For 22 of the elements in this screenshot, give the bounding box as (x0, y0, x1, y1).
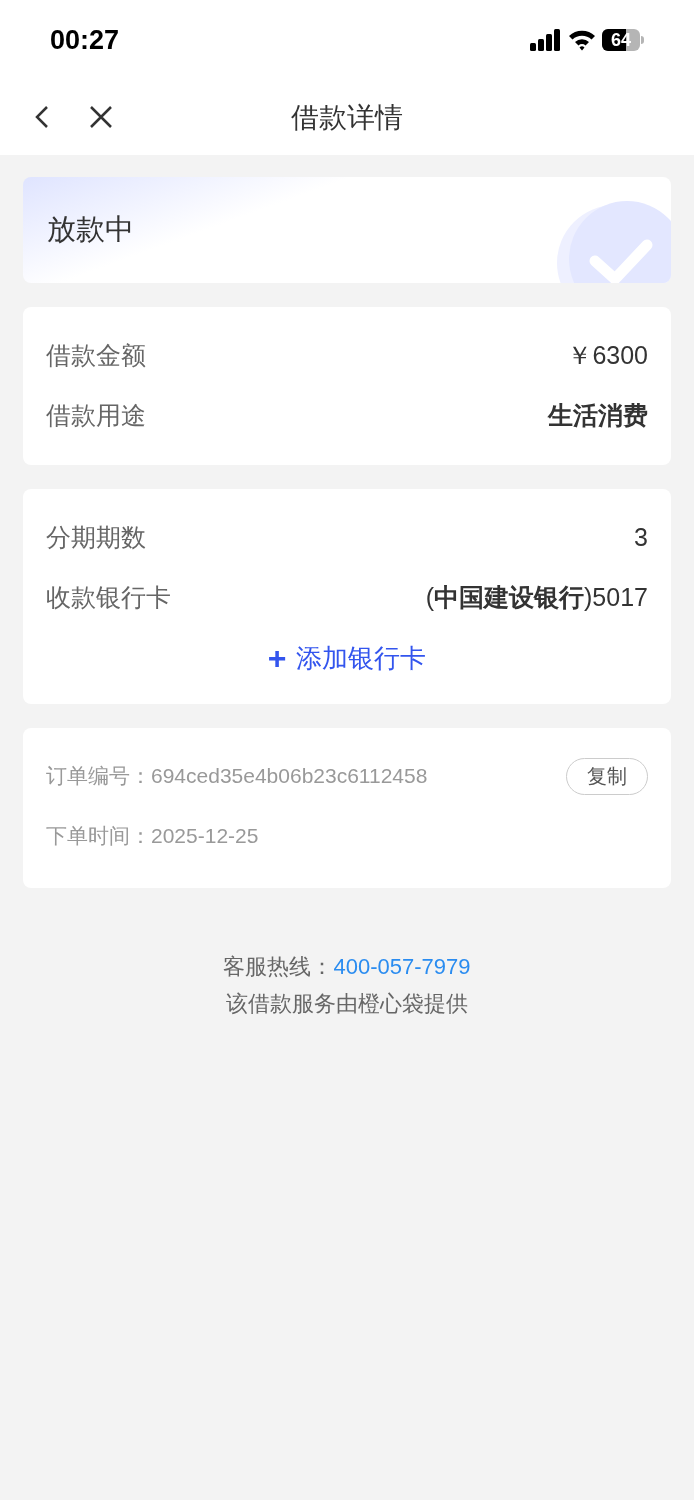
field-label: 借款用途 (46, 400, 146, 432)
add-bank-card-button[interactable]: + 添加银行卡 (267, 630, 427, 686)
provider-text: 该借款服务由橙心袋提供 (226, 990, 468, 1018)
field-label: 分期期数 (46, 522, 146, 554)
signal-icon (530, 29, 562, 51)
order-number: 订单编号：694ced35e4b06b23c6112458 (46, 763, 428, 790)
hotline-link[interactable]: 400-057-7979 (333, 950, 471, 983)
field-value: 3 (634, 522, 648, 554)
field-value: (中国建设银行)5017 (425, 582, 648, 614)
field-value: ￥6300 (567, 340, 648, 372)
back-icon (35, 105, 49, 129)
wifi-icon (568, 29, 596, 51)
page-title: 借款详情 (291, 100, 403, 135)
status-time: 00:27 (50, 23, 120, 57)
status-text: 放款中 (47, 212, 134, 248)
order-time: 下单时间：2025-12-25 (46, 823, 259, 850)
field-label: 借款金额 (46, 340, 146, 372)
field-label: 收款银行卡 (46, 582, 171, 614)
field-value: 生活消费 (548, 400, 648, 432)
hotline-label: 客服热线： (223, 953, 334, 981)
close-icon (89, 105, 113, 129)
plus-icon: + (267, 642, 287, 674)
